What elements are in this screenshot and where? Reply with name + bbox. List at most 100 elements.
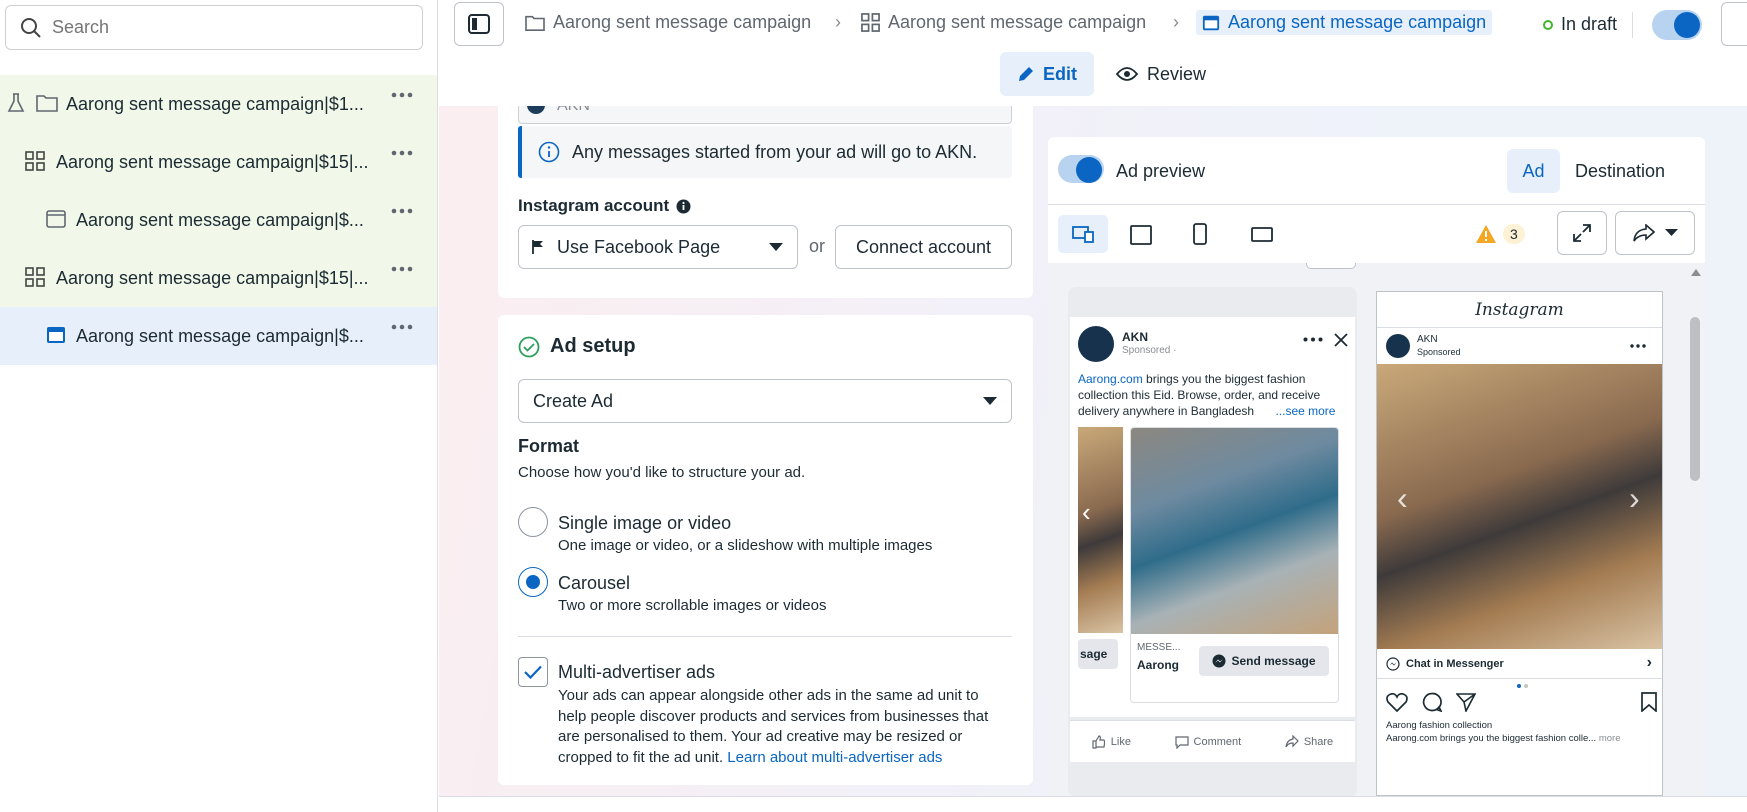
status-badge: In draft — [1543, 14, 1617, 35]
more-options-icon[interactable] — [391, 92, 413, 98]
share-preview-button[interactable] — [1615, 211, 1695, 255]
tab-label: Review — [1147, 63, 1207, 84]
send-message-button[interactable]: sage — [1078, 639, 1118, 669]
breadcrumb-ad-set[interactable]: Aarong sent message campaign — [861, 12, 1146, 33]
post-link[interactable]: Aarong.com — [1078, 372, 1143, 386]
square-format-icon[interactable] — [1130, 225, 1152, 245]
like-button[interactable]: Like — [1092, 734, 1131, 749]
partial-button — [1306, 263, 1356, 269]
divider — [1632, 12, 1633, 38]
option-description: Two or more scrollable images or videos — [558, 597, 827, 614]
preview-scrollbar[interactable] — [1688, 267, 1702, 796]
multi-advertiser-description: Your ads can appear alongside other ads … — [558, 686, 1018, 768]
warnings-indicator[interactable]: 3 — [1475, 224, 1525, 244]
more-options-icon[interactable] — [391, 324, 413, 330]
top-bar: Aarong sent message campaign › Aarong se… — [439, 0, 1747, 50]
eye-icon — [1116, 66, 1138, 82]
chevron-right-icon[interactable]: › — [1629, 480, 1640, 517]
scroll-up-arrow-icon[interactable] — [1691, 269, 1701, 276]
learn-more-link[interactable]: Learn about multi-advertiser ads — [727, 749, 942, 766]
more-options-icon[interactable] — [1630, 344, 1646, 348]
ig-caption: Aarong.com brings you the biggest fashio… — [1386, 733, 1620, 744]
chevron-left-icon[interactable]: ‹ — [1397, 480, 1408, 517]
fullscreen-button[interactable] — [1557, 211, 1607, 255]
draft-status-dot-icon — [1543, 19, 1553, 30]
ad-preview-toggle[interactable] — [1058, 155, 1104, 183]
expand-icon — [1573, 224, 1591, 242]
tree-item-ad-1[interactable]: Aarong sent message campaign|$... — [0, 191, 437, 249]
post-text-part: delivery anywhere in Bangladesh — [1078, 404, 1255, 418]
test-flask-icon — [7, 92, 25, 114]
see-more-link[interactable]: ...see more — [1275, 404, 1335, 418]
tab-destination[interactable]: Destination — [1575, 161, 1665, 182]
tree-item-campaign[interactable]: Aarong sent message campaign|$1... — [0, 75, 437, 133]
search-input[interactable] — [52, 17, 392, 38]
search-icon — [20, 17, 42, 39]
caret-down-icon — [1664, 229, 1678, 237]
breadcrumb-label: Aarong sent message campaign — [888, 12, 1147, 32]
carousel-radio[interactable] — [518, 567, 548, 597]
more-options-icon[interactable] — [391, 208, 413, 214]
creation-type-select[interactable]: Create Ad — [518, 379, 1012, 423]
breadcrumb-campaign[interactable]: Aarong sent message campaign — [525, 12, 811, 33]
page-name: AKN — [1417, 334, 1438, 345]
multi-device-icon — [1072, 225, 1094, 243]
comment-bubble-icon[interactable] — [1422, 692, 1442, 712]
horizontal-format-icon[interactable] — [1251, 227, 1273, 242]
instagram-account-select[interactable]: Use Facebook Page — [518, 225, 798, 269]
tree-item-ad-2-selected[interactable]: Aarong sent message campaign|$... — [0, 307, 437, 365]
option-label: Multi-advertiser ads — [558, 662, 716, 682]
page-avatar — [1386, 334, 1410, 358]
all-placements-button[interactable] — [1058, 215, 1108, 253]
vertical-format-icon[interactable] — [1193, 223, 1207, 245]
more-options-icon[interactable] — [1303, 337, 1323, 342]
chevron-right-icon: › — [1646, 654, 1652, 671]
bottom-bar — [439, 796, 1747, 812]
option-label: Single image or video — [558, 513, 732, 533]
overflow-button[interactable] — [1721, 2, 1747, 46]
info-filled-icon[interactable] — [676, 199, 691, 214]
send-paper-plane-icon[interactable] — [1456, 692, 1476, 712]
single-image-radio[interactable] — [518, 507, 548, 537]
messenger-icon — [1212, 654, 1226, 668]
comment-button[interactable]: Comment — [1174, 735, 1242, 749]
tab-review[interactable]: Review — [1116, 52, 1216, 96]
connect-account-button[interactable]: Connect account — [835, 225, 1012, 269]
heart-icon[interactable] — [1386, 692, 1408, 712]
carousel-image — [1131, 428, 1338, 634]
cta-label: Chat in Messenger — [1406, 657, 1504, 670]
tree-item-ad-set-2[interactable]: Aarong sent message campaign|$15|... — [0, 249, 437, 307]
more-options-icon[interactable] — [391, 266, 413, 272]
breadcrumb-label: Aarong sent message campaign — [1228, 12, 1487, 32]
scrollbar-thumb[interactable] — [1690, 317, 1700, 481]
fb-action-bar: Like Comment Share — [1070, 720, 1355, 762]
facebook-feed-preview: AKN Sponsored · Aarong.com brings you th… — [1068, 287, 1357, 796]
tab-ad[interactable]: Ad — [1507, 149, 1560, 193]
chevron-left-icon[interactable]: ‹ — [1082, 497, 1091, 528]
more-options-icon[interactable] — [391, 150, 413, 156]
action-label: Comment — [1193, 735, 1242, 748]
breadcrumb-ad[interactable]: Aarong sent message campaign — [1196, 10, 1493, 35]
messenger-page-select[interactable]: AKN — [518, 106, 1012, 124]
ad-set-grid-icon — [25, 267, 45, 287]
post-line: Aarong.com brings you the biggest fashio… — [1078, 371, 1348, 387]
chat-in-messenger-cta[interactable]: Chat in Messenger › — [1377, 649, 1662, 679]
info-icon — [538, 141, 560, 163]
close-icon[interactable] — [1334, 333, 1348, 347]
option-description: One image or video, or a slideshow with … — [558, 537, 933, 554]
carousel-image — [1377, 364, 1662, 649]
search-box[interactable] — [5, 5, 423, 50]
tree-item-label: Aarong sent message campaign|$... — [76, 210, 364, 230]
instagram-account-heading: Instagram account — [518, 196, 691, 216]
ad-window-icon — [1202, 14, 1220, 32]
tree-item-ad-set-1[interactable]: Aarong sent message campaign|$15|... — [0, 133, 437, 191]
tree-item-label: Aarong sent message campaign|$15|... — [56, 152, 369, 172]
more-link[interactable]: more — [1599, 733, 1621, 744]
tab-edit[interactable]: Edit — [1000, 52, 1094, 96]
bookmark-icon[interactable] — [1641, 692, 1657, 712]
share-button[interactable]: Share — [1285, 734, 1333, 749]
toggle-sidebar-button[interactable] — [454, 2, 504, 46]
send-message-button[interactable]: Send message — [1199, 646, 1329, 676]
ad-on-off-toggle[interactable] — [1652, 10, 1702, 40]
multi-advertiser-checkbox[interactable] — [518, 657, 548, 687]
